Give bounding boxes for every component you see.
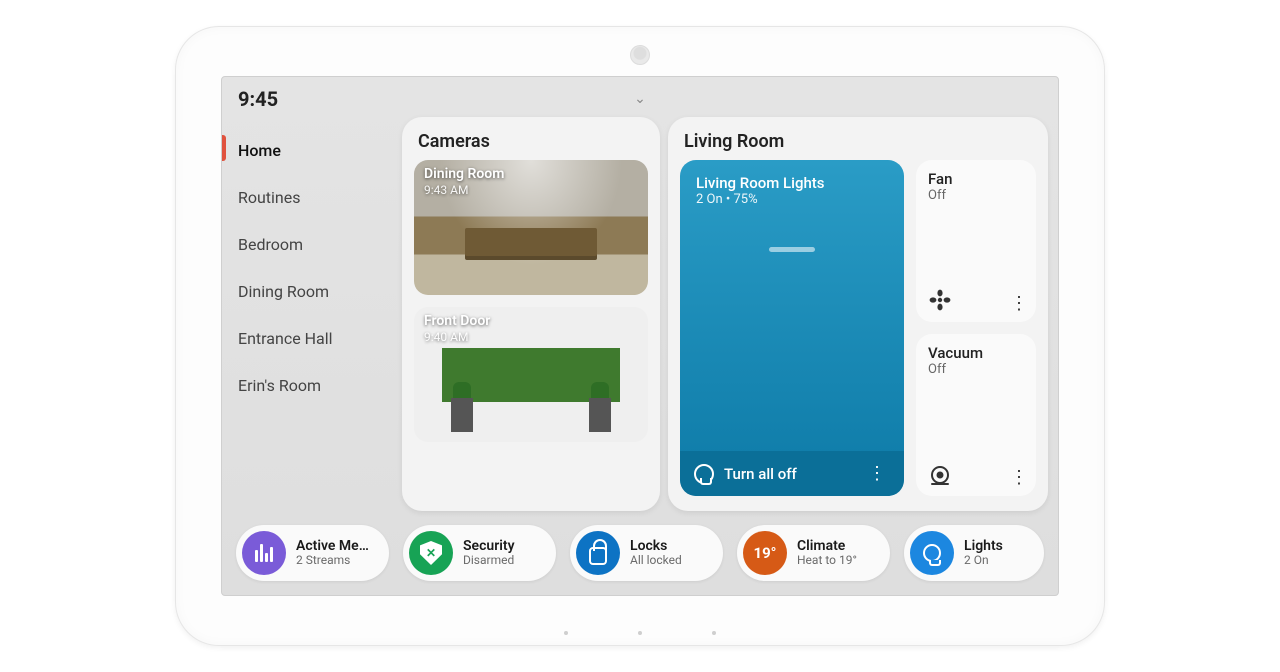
shield-icon bbox=[409, 531, 453, 575]
camera-tile-front-door[interactable]: Front Door 9:40 AM bbox=[414, 307, 648, 442]
bulb-icon bbox=[910, 531, 954, 575]
pill-title: Security bbox=[463, 538, 515, 554]
camera-name: Front Door bbox=[424, 313, 490, 330]
pill-sub: Heat to 19° bbox=[797, 554, 857, 568]
sidebar-item-bedroom[interactable]: Bedroom bbox=[222, 221, 394, 268]
pill-title: Locks bbox=[630, 538, 682, 554]
sidebar-active-indicator bbox=[222, 135, 226, 161]
status-pill-row: Active Media2 Streams SecurityDisarmed L… bbox=[222, 517, 1058, 595]
pill-title: Climate bbox=[797, 538, 857, 554]
pill-climate[interactable]: 19° ClimateHeat to 19° bbox=[737, 525, 890, 581]
bulb-icon bbox=[694, 464, 714, 484]
lights-tile[interactable]: Living Room Lights 2 On • 75% Turn all o… bbox=[680, 160, 904, 496]
fan-more-icon[interactable]: ⋮ bbox=[1010, 293, 1028, 314]
vacuum-status: Off bbox=[928, 362, 1024, 377]
lights-footer: Turn all off ⋮ bbox=[680, 451, 904, 496]
fan-tile[interactable]: Fan Off ⋮ bbox=[916, 160, 1036, 322]
vacuum-tile[interactable]: Vacuum Off ⋮ bbox=[916, 334, 1036, 496]
cameras-card: Cameras Dining Room 9:43 AM Front Door 9… bbox=[402, 117, 660, 511]
sidebar-item-routines[interactable]: Routines bbox=[222, 174, 394, 221]
lock-icon bbox=[576, 531, 620, 575]
pill-title: Lights bbox=[964, 538, 1003, 554]
lights-status: 2 On • 75% bbox=[696, 192, 888, 207]
fan-title: Fan bbox=[928, 170, 1024, 188]
device-camera bbox=[630, 45, 650, 65]
pill-lights[interactable]: Lights2 On bbox=[904, 525, 1044, 581]
living-room-title: Living Room bbox=[668, 117, 1048, 160]
pill-active-media[interactable]: Active Media2 Streams bbox=[236, 525, 389, 581]
pill-locks[interactable]: LocksAll locked bbox=[570, 525, 723, 581]
pill-sub: Disarmed bbox=[463, 554, 515, 568]
sidebar-item-dining-room[interactable]: Dining Room bbox=[222, 268, 394, 315]
camera-time: 9:40 AM bbox=[424, 330, 490, 344]
pill-sub: 2 Streams bbox=[296, 554, 371, 568]
vacuum-more-icon[interactable]: ⋮ bbox=[1010, 467, 1028, 488]
living-room-card: Living Room Living Room Lights 2 On • 75… bbox=[668, 117, 1048, 511]
pill-sub: 2 On bbox=[964, 554, 1003, 568]
vacuum-title: Vacuum bbox=[928, 344, 1024, 362]
pill-security[interactable]: SecurityDisarmed bbox=[403, 525, 556, 581]
chevron-down-icon[interactable]: ⌄ bbox=[238, 91, 1042, 107]
fan-status: Off bbox=[928, 188, 1024, 203]
sidebar: Home Routines Bedroom Dining Room Entran… bbox=[222, 117, 394, 511]
turn-all-off-button[interactable]: Turn all off bbox=[724, 465, 854, 483]
pill-title: Active Media bbox=[296, 538, 371, 554]
camera-tile-label: Front Door 9:40 AM bbox=[424, 313, 490, 344]
camera-time: 9:43 AM bbox=[424, 183, 504, 197]
screen: 9:45 ⌄ Home Routines Bedroom Dining Room… bbox=[221, 76, 1059, 596]
thermostat-icon: 19° bbox=[743, 531, 787, 575]
sidebar-item-entrance-hall[interactable]: Entrance Hall bbox=[222, 315, 394, 362]
device-frame: 9:45 ⌄ Home Routines Bedroom Dining Room… bbox=[175, 26, 1105, 646]
device-speaker-dots bbox=[564, 631, 716, 635]
camera-tile-label: Dining Room 9:43 AM bbox=[424, 166, 504, 197]
pill-sub: All locked bbox=[630, 554, 682, 568]
camera-name: Dining Room bbox=[424, 166, 504, 183]
equalizer-icon bbox=[242, 531, 286, 575]
lights-more-icon[interactable]: ⋮ bbox=[864, 463, 890, 484]
lights-title: Living Room Lights bbox=[696, 174, 888, 192]
top-bar: 9:45 ⌄ bbox=[222, 77, 1058, 113]
sidebar-item-home[interactable]: Home bbox=[222, 127, 394, 174]
sidebar-item-erins-room[interactable]: Erin's Room bbox=[222, 362, 394, 409]
brightness-slider-handle[interactable] bbox=[769, 247, 815, 252]
camera-tile-dining-room[interactable]: Dining Room 9:43 AM bbox=[414, 160, 648, 295]
cameras-title: Cameras bbox=[402, 117, 660, 160]
